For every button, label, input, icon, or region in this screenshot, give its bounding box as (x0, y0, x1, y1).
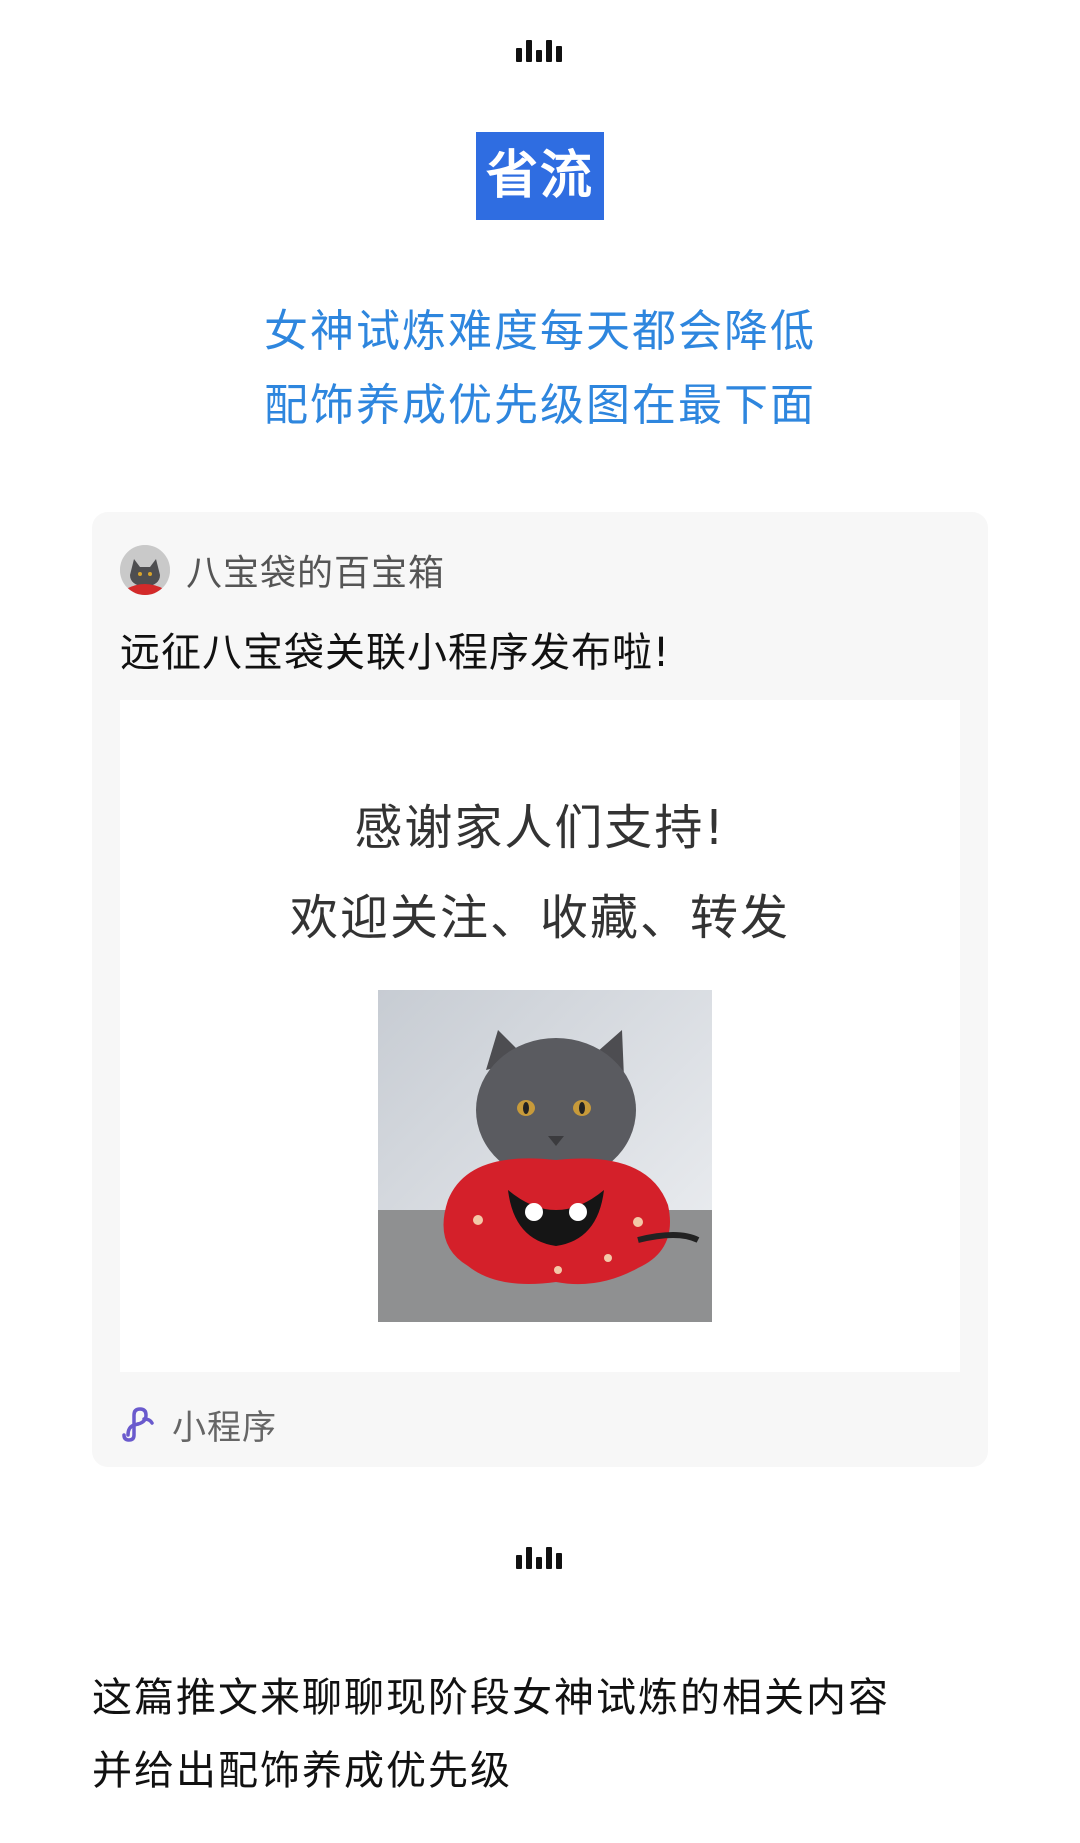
card-title: 远征八宝袋关联小程序发布啦! (120, 630, 671, 676)
section-title-badge: 省流 (476, 132, 604, 220)
avatar (120, 545, 170, 595)
intro-line: 女神试炼难度每天都会降低 (264, 306, 816, 357)
cat-avatar-icon (120, 545, 170, 595)
cover-text-line: 感谢家人们支持! (354, 800, 726, 856)
audio-bars-icon (510, 1545, 570, 1569)
cat-photo (378, 990, 712, 1322)
body-paragraph-line: 这篇推文来聊聊现阶段女神试炼的相关内容 (92, 1675, 890, 1721)
audio-bars-icon (510, 38, 570, 62)
body-paragraph-line: 并给出配饰养成优先级 (92, 1748, 512, 1794)
card-footer[interactable]: 小程序 (120, 1402, 277, 1448)
card-header[interactable]: 八宝袋的百宝箱 (120, 544, 445, 596)
intro-line: 配饰养成优先级图在最下面 (264, 380, 816, 431)
mini-program-link-icon (122, 1407, 154, 1442)
cover-text-line: 欢迎关注、收藏、转发 (289, 890, 790, 946)
account-name: 八宝袋的百宝箱 (186, 553, 446, 594)
mini-program-label: 小程序 (172, 1407, 277, 1448)
card-cover-image[interactable]: 感谢家人们支持! 欢迎关注、收藏、转发 (120, 700, 960, 1372)
mini-program-card[interactable]: 八宝袋的百宝箱 远征八宝袋关联小程序发布啦! 感谢家人们支持! 欢迎关注、收藏、… (92, 512, 988, 1467)
